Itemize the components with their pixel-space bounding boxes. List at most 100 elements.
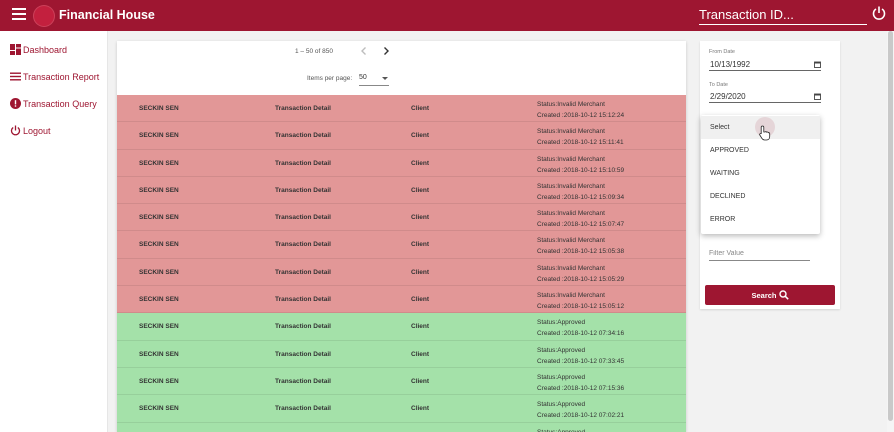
table-row[interactable]: Status:Approved [117, 422, 686, 432]
client-link[interactable]: Client [411, 323, 429, 330]
status-option-waiting[interactable]: WAITING [701, 162, 820, 185]
transactions-table-card: 1 – 50 of 850 Items per page: 50 SECKIN … [117, 41, 686, 432]
client-link[interactable]: Client [411, 269, 429, 276]
status-option-label: ERROR [710, 216, 736, 223]
table-row[interactable]: SECKIN SEN Transaction Detail Client Status… [117, 204, 686, 232]
created-timestamp: Created :2018-10-12 15:05:29 [537, 275, 625, 283]
client-link[interactable]: Client [411, 105, 429, 112]
client-link[interactable]: Client [411, 160, 429, 167]
client-link[interactable]: Client [411, 132, 429, 139]
transaction-detail-link[interactable]: Transaction Detail [275, 296, 331, 303]
sidebar-item-label: Transaction Query [23, 98, 97, 109]
table-row[interactable]: SECKIN SEN Transaction Detail Client Status… [117, 367, 686, 396]
transaction-detail-link[interactable]: Transaction Detail [275, 269, 331, 276]
transaction-detail-link[interactable]: Transaction Detail [275, 132, 331, 139]
status-text: Status:Invalid Merchant [537, 237, 605, 245]
status-option-approved[interactable]: APPROVED [701, 139, 820, 162]
to-date-label: To Date [709, 82, 728, 88]
status-option-error[interactable]: ERROR [701, 208, 820, 231]
table-row[interactable]: SECKIN SEN Transaction Detail Client Status… [117, 122, 686, 150]
customer-name-cell: SECKIN SEN [139, 350, 179, 358]
transactions-table-body: SECKIN SEN Transaction Detail Client Status… [117, 95, 686, 432]
page-scrollbar[interactable] [887, 31, 894, 432]
status-text: Status:Invalid Merchant [537, 264, 605, 272]
created-timestamp: Created :2018-10-12 07:34:16 [537, 330, 625, 338]
chevron-down-icon [382, 77, 388, 80]
status-text: Status:Approved [537, 373, 586, 381]
status-text: Status:Approved [537, 401, 586, 409]
transaction-detail-link[interactable]: Transaction Detail [275, 351, 331, 358]
status-option-label: APPROVED [710, 147, 749, 154]
table-row[interactable]: SECKIN SEN Transaction Detail Client Status… [117, 95, 686, 123]
sidebar-item-transaction-query[interactable]: Transaction Query [10, 98, 97, 109]
client-link[interactable]: Client [411, 405, 429, 412]
sidebar-item-dashboard[interactable]: Dashboard [10, 44, 67, 55]
customer-name-cell: SECKIN SEN [139, 105, 179, 112]
from-date-value: 10/13/1992 [710, 60, 751, 69]
calendar-icon[interactable] [814, 93, 821, 100]
table-row[interactable]: SECKIN SEN Transaction Detail Client Status… [117, 176, 686, 205]
table-row[interactable]: SECKIN SEN Transaction Detail Client Status… [117, 231, 686, 259]
client-link[interactable]: Client [411, 378, 429, 385]
menu-icon[interactable] [12, 8, 26, 22]
transaction-detail-link[interactable]: Transaction Detail [275, 241, 331, 248]
brand-logo [33, 5, 55, 27]
client-link[interactable]: Client [411, 351, 429, 358]
created-timestamp: Created :2018-10-12 15:10:59 [537, 166, 625, 174]
hand-cursor-icon [759, 125, 771, 141]
dashboard-icon [10, 44, 21, 55]
power-icon[interactable] [871, 5, 887, 21]
transaction-detail-link[interactable]: Transaction Detail [275, 214, 331, 221]
transaction-detail-link[interactable]: Transaction Detail [275, 378, 331, 385]
client-link[interactable]: Client [411, 187, 429, 194]
sidebar: Dashboard Transaction Report Transaction… [0, 31, 108, 432]
status-cell: Status:Invalid Merchant Created :2018-10-… [537, 263, 624, 285]
sidebar-item-label: Logout [23, 125, 51, 136]
status-cell: Status:Approved Created :2018-10-12 07:34… [537, 317, 624, 339]
scrollbar-thumb[interactable] [888, 31, 893, 421]
status-text: Status:Invalid Merchant [537, 182, 605, 190]
power-icon [10, 125, 21, 136]
transaction-detail-link[interactable]: Transaction Detail [275, 323, 331, 330]
chevron-right-icon[interactable] [379, 44, 393, 58]
status-text: Status:Approved [537, 427, 585, 432]
sidebar-item-label: Dashboard [23, 44, 68, 55]
client-link[interactable]: Client [411, 214, 429, 221]
table-row[interactable]: SECKIN SEN Transaction Detail Client Status… [117, 258, 686, 287]
transaction-detail-link[interactable]: Transaction Detail [275, 187, 331, 194]
search-button-label: Search [751, 290, 777, 300]
chevron-left-icon[interactable] [357, 44, 371, 58]
created-timestamp: Created :2018-10-12 07:15:36 [537, 384, 625, 392]
status-option-declined[interactable]: DECLINED [701, 185, 820, 208]
transaction-detail-link[interactable]: Transaction Detail [275, 405, 331, 412]
table-row[interactable]: SECKIN SEN Transaction Detail Client Status… [117, 149, 686, 177]
transaction-detail-link[interactable]: Transaction Detail [275, 160, 331, 167]
transaction-id-search-input[interactable]: Transaction ID... [699, 5, 867, 25]
status-cell: Status:Invalid Merchant Created :2018-10-… [537, 235, 624, 257]
from-date-input[interactable]: 10/13/1992 [709, 59, 821, 71]
items-per-page-label: Items per page: [307, 75, 353, 82]
table-row[interactable]: SECKIN SEN Transaction Detail Client Status… [117, 395, 686, 423]
table-row[interactable]: SECKIN SEN Transaction Detail Client Status… [117, 340, 686, 368]
search-button[interactable]: Search [705, 285, 835, 305]
customer-name-cell: SECKIN SEN [139, 186, 179, 194]
status-cell: Status:Invalid Merchant Created :2018-10-… [537, 126, 624, 148]
table-row[interactable]: SECKIN SEN Transaction Detail Client Status… [117, 286, 686, 314]
status-option-label: WAITING [710, 170, 740, 177]
status-text: Status:Invalid Merchant [537, 128, 605, 136]
created-timestamp: Created :2018-10-12 15:07:47 [537, 221, 625, 229]
filter-value-input[interactable] [709, 246, 810, 261]
sidebar-item-transaction-report[interactable]: Transaction Report [10, 71, 99, 82]
sidebar-item-logout[interactable]: Logout [10, 125, 51, 136]
items-per-page-select[interactable]: 50 [359, 71, 389, 86]
transaction-detail-link[interactable]: Transaction Detail [275, 105, 331, 112]
to-date-input[interactable]: 2/29/2020 [709, 91, 821, 103]
calendar-icon[interactable] [814, 61, 821, 68]
client-link[interactable]: Client [411, 241, 429, 248]
table-row[interactable]: SECKIN SEN Transaction Detail Client Status… [117, 313, 686, 341]
client-link[interactable]: Client [411, 296, 429, 303]
status-cell: Status:Approved Created :2018-10-12 07:15… [537, 372, 624, 394]
created-timestamp: Created :2018-10-12 15:05:38 [537, 248, 625, 256]
paginator: 1 – 50 of 850 Items per page: 50 [117, 41, 686, 95]
status-cell: Status:Invalid Merchant Created :2018-10-… [537, 181, 624, 203]
